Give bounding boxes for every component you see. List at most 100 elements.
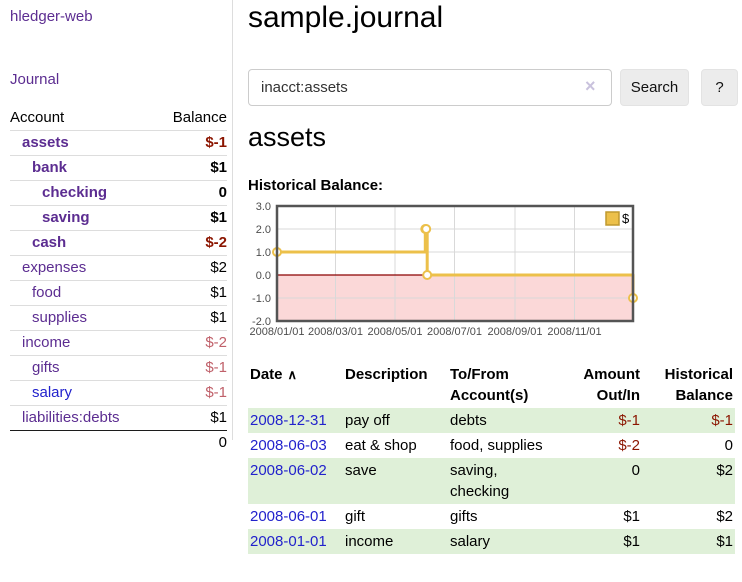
register-header-date[interactable]: Date∧ xyxy=(248,362,343,408)
legend-label: $ xyxy=(622,211,630,226)
search-input[interactable] xyxy=(248,69,612,106)
account-link-bank[interactable]: bank xyxy=(32,159,67,176)
transaction-amount: 0 xyxy=(560,458,642,504)
transaction-description: save xyxy=(343,458,448,504)
account-balance: $-2 xyxy=(160,231,227,256)
transaction-accounts: saving, checking xyxy=(448,458,560,504)
transaction-date-link[interactable]: 2008-06-03 xyxy=(250,437,327,454)
account-heading: assets xyxy=(248,122,326,153)
register-row: 2008-12-31pay offdebts$-1$-1 xyxy=(248,408,735,433)
account-row: liabilities:debts $1 xyxy=(10,406,227,431)
account-row: income $-2 xyxy=(10,331,227,356)
account-link-assets[interactable]: assets xyxy=(22,134,69,151)
svg-text:1.0: 1.0 xyxy=(256,247,271,259)
account-balance: $-1 xyxy=(160,131,227,156)
transaction-balance: $1 xyxy=(642,529,735,554)
account-balance: $-2 xyxy=(160,331,227,356)
account-balance: $1 xyxy=(160,156,227,181)
transaction-balance: $2 xyxy=(642,458,735,504)
historical-balance-chart[interactable]: 3.02.01.00.0-1.0-2.02008/01/012008/03/01… xyxy=(240,199,650,349)
help-button[interactable]: ? xyxy=(701,69,738,106)
transaction-balance: $-1 xyxy=(642,408,735,433)
svg-text:2008/11/01: 2008/11/01 xyxy=(547,326,601,338)
register-header-row: Date∧ Description To/From Account(s) Amo… xyxy=(248,362,735,408)
svg-text:2008/07/01: 2008/07/01 xyxy=(427,326,482,338)
register-table: Date∧ Description To/From Account(s) Amo… xyxy=(248,362,735,554)
transaction-date-link[interactable]: 2008-12-31 xyxy=(250,412,327,429)
account-link-income[interactable]: income xyxy=(22,334,70,351)
account-link-gifts[interactable]: gifts xyxy=(32,359,60,376)
transaction-date-link[interactable]: 2008-01-01 xyxy=(250,533,327,550)
account-row: food $1 xyxy=(10,281,227,306)
register-row: 2008-06-01 giftgifts$1$2 xyxy=(248,504,735,529)
transaction-date-link[interactable]: 2008-06-02 xyxy=(250,462,327,479)
register-header-amount: Amount Out/In xyxy=(560,362,642,408)
transaction-amount: $-2 xyxy=(560,433,642,458)
account-row: gifts $-1 xyxy=(10,356,227,381)
transaction-description: income xyxy=(343,529,448,554)
transaction-balance: $2 xyxy=(642,504,735,529)
account-link-salary[interactable]: salary xyxy=(32,384,72,401)
accounts-header-row: Account Balance xyxy=(10,106,227,131)
register-header-description: Description xyxy=(343,362,448,408)
accounts-total-row: 0 xyxy=(10,431,227,456)
account-balance: $-1 xyxy=(160,381,227,406)
account-link-cash[interactable]: cash xyxy=(32,234,66,251)
svg-text:2008/09/01: 2008/09/01 xyxy=(487,326,542,338)
svg-text:-1.0: -1.0 xyxy=(252,293,271,305)
legend-swatch-icon xyxy=(606,212,619,225)
accounts-total-spacer xyxy=(10,431,160,456)
account-row: salary $-1 xyxy=(10,381,227,406)
account-link-checking[interactable]: checking xyxy=(42,184,107,201)
svg-text:2.0: 2.0 xyxy=(256,224,271,236)
account-row: saving $1 xyxy=(10,206,227,231)
clear-search-icon[interactable]: × xyxy=(585,76,596,97)
register-row: 2008-01-01incomesalary$1$1 xyxy=(248,529,735,554)
transaction-date-link[interactable]: 2008-06-01 xyxy=(250,508,327,525)
account-link-expenses[interactable]: expenses xyxy=(22,259,86,276)
transaction-description: gift xyxy=(343,504,448,529)
account-row: cash $-2 xyxy=(10,231,227,256)
account-row: supplies$1 xyxy=(10,306,227,331)
transaction-accounts: debts xyxy=(448,408,560,433)
account-balance: $2 xyxy=(160,256,227,281)
transaction-amount: $1 xyxy=(560,529,642,554)
account-balance: $1 xyxy=(160,281,227,306)
accounts-table: Account Balance assets $-1 bank $1 checking 0… xyxy=(10,106,227,455)
svg-text:2008/03/01: 2008/03/01 xyxy=(308,326,363,338)
transaction-description: pay off xyxy=(343,408,448,433)
search-button[interactable]: Search xyxy=(620,69,689,106)
sidebar: hledger-web Journal Account Balance asse… xyxy=(0,0,233,440)
account-row: checking 0 xyxy=(10,181,227,206)
account-link-saving[interactable]: saving xyxy=(42,209,90,226)
svg-text:2008/05/01: 2008/05/01 xyxy=(367,326,422,338)
nav-journal-link[interactable]: Journal xyxy=(10,71,59,88)
register-header-balance: Historical Balance xyxy=(642,362,735,408)
account-row: assets $-1 xyxy=(10,131,227,156)
account-balance: $-1 xyxy=(160,356,227,381)
svg-text:3.0: 3.0 xyxy=(256,201,271,213)
svg-text:0.0: 0.0 xyxy=(256,270,271,282)
account-balance: $1 xyxy=(160,206,227,231)
register-row: 2008-06-03 eat & shopfood, supplies$-20 xyxy=(248,433,735,458)
account-link-supplies[interactable]: supplies xyxy=(32,309,87,326)
transaction-amount: $1 xyxy=(560,504,642,529)
accounts-header-account: Account xyxy=(10,106,160,131)
chart-title: Historical Balance: xyxy=(248,177,383,194)
page-title: sample.journal xyxy=(248,1,443,35)
register-header-date-label: Date xyxy=(250,366,283,383)
transaction-accounts: gifts xyxy=(448,504,560,529)
accounts-header-balance: Balance xyxy=(160,106,227,131)
transaction-balance: 0 xyxy=(642,433,735,458)
transaction-accounts: food, supplies xyxy=(448,433,560,458)
account-link-liabilities-debts[interactable]: liabilities:debts xyxy=(22,409,120,426)
account-balance: 0 xyxy=(160,181,227,206)
search-form: × Search ? xyxy=(248,69,742,106)
brand-link[interactable]: hledger-web xyxy=(10,8,93,25)
accounts-total-value: 0 xyxy=(160,431,227,456)
account-row: bank $1 xyxy=(10,156,227,181)
account-balance: $1 xyxy=(160,406,227,431)
hledger-web-page: hledger-web Journal Account Balance asse… xyxy=(0,0,742,582)
transaction-description: eat & shop xyxy=(343,433,448,458)
account-link-food[interactable]: food xyxy=(32,284,61,301)
